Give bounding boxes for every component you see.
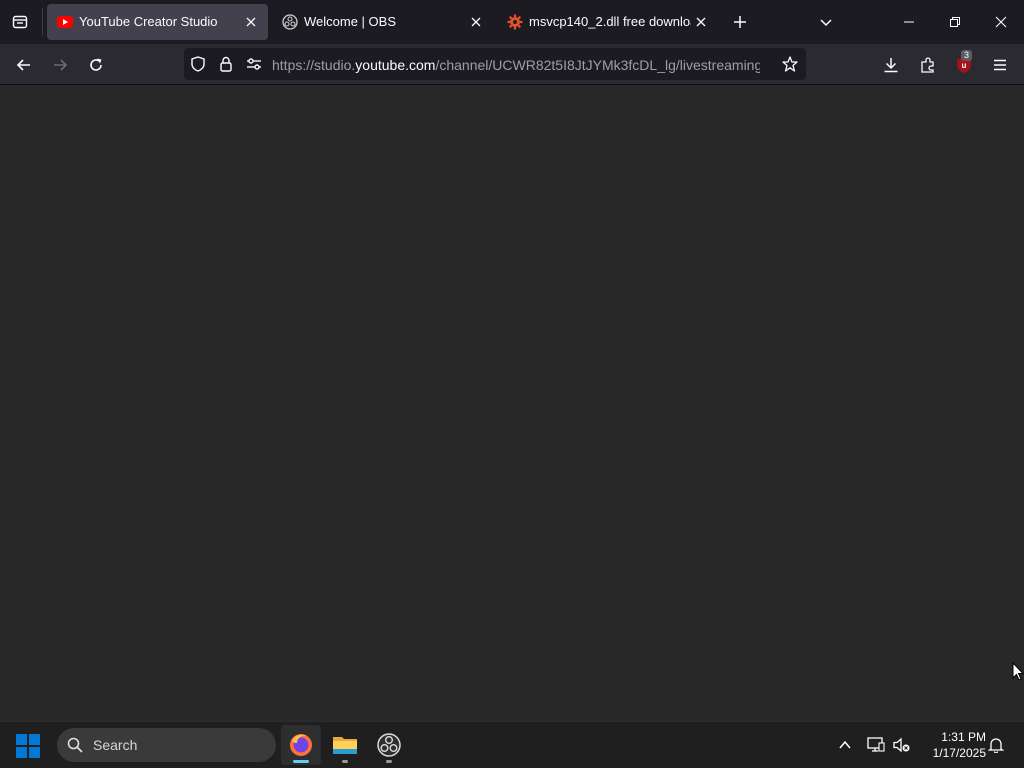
notifications-button[interactable]: [985, 734, 1007, 756]
hamburger-icon: [994, 59, 1006, 71]
tab-bar: YouTube Creator Studio Welcome | OBS msv…: [0, 0, 1024, 44]
close-tab-icon[interactable]: [467, 13, 485, 31]
page-content: [0, 85, 1024, 721]
firefox-view-button[interactable]: [8, 10, 32, 34]
lock-icon[interactable]: [218, 56, 234, 72]
taskbar-search-box[interactable]: Search: [57, 728, 276, 762]
close-icon: [995, 16, 1007, 28]
windows-logo-icon: [16, 734, 40, 758]
minimize-button[interactable]: [886, 0, 932, 44]
tab-welcome-obs[interactable]: Welcome | OBS: [272, 4, 493, 40]
clock-date: 1/17/2025: [932, 746, 986, 760]
file-explorer-icon: [333, 737, 357, 754]
taskbar-app-firefox[interactable]: [281, 725, 321, 765]
youtube-icon: [57, 14, 73, 30]
running-app-indicator: [386, 760, 392, 763]
reload-button[interactable]: [83, 52, 109, 78]
extensions-button[interactable]: [915, 52, 941, 78]
taskbar-app-obs[interactable]: [369, 725, 409, 765]
obs-icon: [377, 733, 401, 757]
chevron-up-icon: [839, 740, 851, 749]
tab-title: Welcome | OBS: [304, 14, 396, 29]
extension-badge: 3: [961, 50, 973, 61]
tab-youtube-creator-studio[interactable]: YouTube Creator Studio: [47, 4, 268, 40]
list-all-tabs-button[interactable]: [814, 10, 838, 34]
address-bar[interactable]: https://studio.youtube.com/channel/UCWR8…: [184, 48, 806, 80]
new-tab-button[interactable]: [728, 10, 752, 34]
minimize-icon: [904, 21, 914, 23]
downloads-button[interactable]: [878, 52, 904, 78]
running-app-indicator: [342, 760, 348, 763]
back-button[interactable]: [11, 52, 37, 78]
restore-icon: [950, 17, 960, 27]
network-button[interactable]: [865, 734, 887, 756]
start-button[interactable]: [14, 732, 42, 760]
permissions-icon[interactable]: [246, 56, 262, 72]
shield-icon[interactable]: [190, 56, 206, 72]
volume-muted-icon: [893, 737, 910, 753]
firefox-icon: [290, 734, 312, 756]
navigation-toolbar: https://studio.youtube.com/channel/UCWR8…: [0, 44, 1024, 85]
windows-taskbar: Search 1:31 PM 1/17/2025: [0, 721, 1024, 768]
close-tab-icon[interactable]: [692, 13, 710, 31]
plus-icon: [734, 16, 746, 28]
reload-icon: [90, 58, 102, 71]
bookmark-star-icon[interactable]: [782, 56, 798, 72]
firefox-view-icon: [12, 15, 28, 29]
tab-title: msvcp140_2.dll free download |: [529, 14, 691, 29]
volume-button[interactable]: [891, 734, 913, 756]
url-host: youtube.com: [355, 57, 436, 73]
tab-separator: [42, 8, 43, 36]
close-tab-icon[interactable]: [242, 13, 260, 31]
obs-icon: [282, 14, 298, 30]
url-path: /channel/UCWR82t5I8JtJYMk3fcDL_lg/livest…: [435, 57, 760, 73]
search-icon: [67, 737, 83, 753]
gear-icon: [507, 14, 523, 30]
show-hidden-icons-button[interactable]: [834, 734, 856, 756]
download-icon: [884, 58, 898, 73]
bell-icon: [988, 738, 1004, 753]
tab-msvcp140-download[interactable]: msvcp140_2.dll free download |: [497, 4, 718, 40]
url-text[interactable]: https://studio.youtube.com/channel/UCWR8…: [272, 57, 760, 73]
close-window-button[interactable]: [978, 0, 1024, 44]
menu-button[interactable]: [987, 52, 1013, 78]
arrow-right-icon: [54, 59, 68, 71]
forward-button[interactable]: [47, 52, 73, 78]
svg-text:u: u: [962, 61, 967, 70]
arrow-left-icon: [16, 59, 30, 71]
active-app-indicator: [293, 760, 309, 763]
restore-button[interactable]: [932, 0, 978, 44]
network-icon: [867, 737, 885, 752]
clock-time: 1:31 PM: [941, 730, 986, 744]
search-placeholder: Search: [93, 737, 138, 753]
mouse-cursor-icon: [1012, 662, 1024, 681]
tab-title: YouTube Creator Studio: [79, 14, 218, 29]
chevron-down-icon: [820, 19, 832, 27]
taskbar-app-file-explorer[interactable]: [325, 725, 365, 765]
puzzle-icon: [921, 57, 934, 73]
url-prefix: https://studio.: [272, 57, 356, 73]
taskbar-clock[interactable]: 1:31 PM 1/17/2025: [918, 729, 986, 761]
